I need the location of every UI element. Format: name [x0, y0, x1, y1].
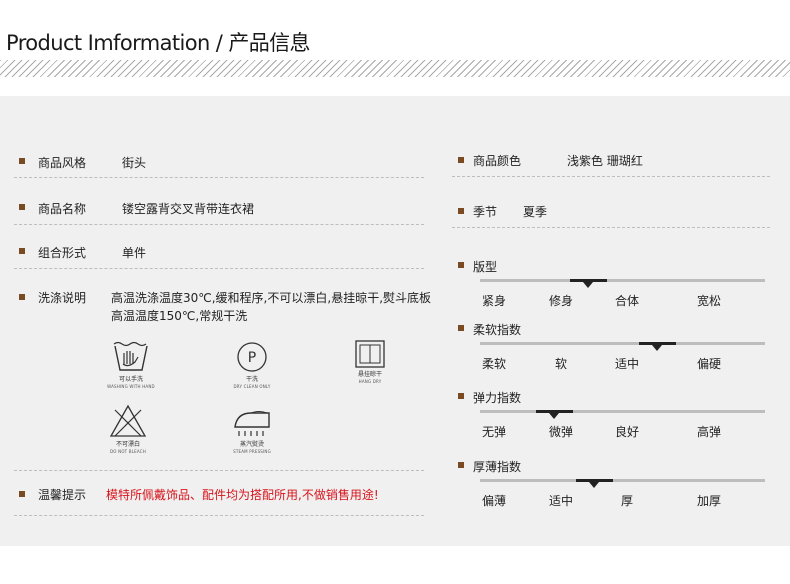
- divider: [452, 176, 770, 177]
- scale-label: 柔软指数: [473, 323, 522, 337]
- scale-option: 软: [554, 357, 567, 371]
- bullet-icon: [458, 208, 464, 214]
- season-label: 季节: [473, 205, 498, 219]
- wash-instructions: 高温洗涤温度30℃,缓和程序,不可以漂白,悬挂晾干,熨斗底板高温温度150℃,常…: [111, 291, 432, 323]
- style-label: 商品风格: [38, 156, 87, 170]
- bullet-icon: [458, 462, 464, 468]
- scale-option: 微弹: [548, 425, 573, 439]
- bullet-icon: [19, 491, 25, 497]
- scale-label: 版型: [473, 260, 498, 274]
- scale-pointer-icon: [651, 345, 662, 351]
- hang-dry-icon: [354, 339, 386, 369]
- bullet-icon: [458, 157, 464, 163]
- hand-wash-caption-en: WASHING WITH HAND: [107, 384, 155, 389]
- combo-value: 单件: [122, 246, 147, 260]
- steam-iron-caption-en: STEAM PRESSING: [233, 449, 271, 454]
- hand-wash-icon: [111, 340, 151, 372]
- tip-warning-text: 模特所佩戴饰品、配件均为搭配所用,不做销售用途!: [106, 488, 379, 502]
- scale-pointer-icon: [589, 482, 599, 488]
- scale-track: [480, 279, 765, 282]
- name-value: 镂空露背交叉背带连衣裙: [122, 202, 255, 216]
- dry-clean-caption: 干洗: [245, 376, 258, 383]
- scale-option: 合体: [614, 294, 639, 308]
- scale-option: 宽松: [696, 294, 721, 308]
- bullet-icon: [458, 393, 464, 399]
- dry-clean-glyph: P: [248, 350, 256, 366]
- scale-pointer-icon: [549, 413, 560, 419]
- dry-clean-caption-en: DRY CLEAN ONLY: [233, 384, 271, 389]
- scale-option: 高弹: [696, 425, 721, 439]
- bullet-icon: [458, 325, 464, 331]
- hand-wash-caption: 可以手洗: [118, 376, 143, 383]
- no-bleach-icon: [109, 404, 147, 438]
- bullet-icon: [19, 204, 25, 210]
- bullet-icon: [19, 248, 25, 254]
- scale-option: 偏薄: [481, 494, 506, 508]
- divider: [14, 177, 424, 178]
- name-label: 商品名称: [38, 202, 87, 216]
- scale-track: [480, 479, 765, 482]
- scale-option: 适中: [548, 494, 573, 508]
- divider: [14, 515, 424, 516]
- divider: [14, 268, 424, 269]
- season-value: 夏季: [523, 205, 548, 219]
- bullet-icon: [19, 158, 25, 164]
- divider: [14, 470, 424, 471]
- scale-track: [480, 410, 765, 413]
- hang-dry-caption-en: HANG DRY: [358, 379, 382, 384]
- style-value: 街头: [122, 156, 147, 170]
- dry-clean-icon: P: [236, 341, 268, 373]
- scale-option: 无弹: [481, 425, 506, 439]
- scale-option: 柔软: [481, 357, 506, 371]
- scale-option: 紧身: [481, 294, 506, 308]
- color-label: 商品颜色: [473, 154, 522, 168]
- tip-label: 温馨提示: [38, 488, 87, 502]
- scale-option: 加厚: [696, 494, 721, 508]
- no-bleach-caption: 不可漂白: [115, 441, 140, 448]
- color-value: 浅紫色 珊瑚红: [567, 154, 643, 168]
- steam-iron-icon: [229, 407, 275, 439]
- page-title: Product Imformation / 产品信息: [6, 31, 311, 55]
- bullet-icon: [19, 294, 25, 300]
- divider: [14, 224, 424, 225]
- no-bleach-caption-en: DO NOT BLEACH: [110, 449, 146, 454]
- scale-label: 弹力指数: [473, 391, 522, 405]
- bullet-icon: [458, 262, 464, 268]
- scale-option: 厚: [620, 494, 633, 508]
- scale-label: 厚薄指数: [473, 460, 522, 474]
- scale-option: 适中: [614, 357, 639, 371]
- header-stripe-divider: [0, 60, 790, 77]
- scale-track: [480, 342, 765, 345]
- scale-option: 修身: [548, 294, 573, 308]
- scale-option: 偏硬: [696, 357, 721, 371]
- combo-label: 组合形式: [38, 246, 87, 260]
- hang-dry-caption: 悬挂晾干: [357, 371, 382, 378]
- scale-option: 良好: [614, 425, 639, 439]
- steam-iron-caption: 蒸汽熨烫: [239, 441, 264, 448]
- scale-pointer-icon: [583, 282, 594, 288]
- wash-label: 洗涤说明: [38, 291, 87, 305]
- divider: [452, 227, 770, 228]
